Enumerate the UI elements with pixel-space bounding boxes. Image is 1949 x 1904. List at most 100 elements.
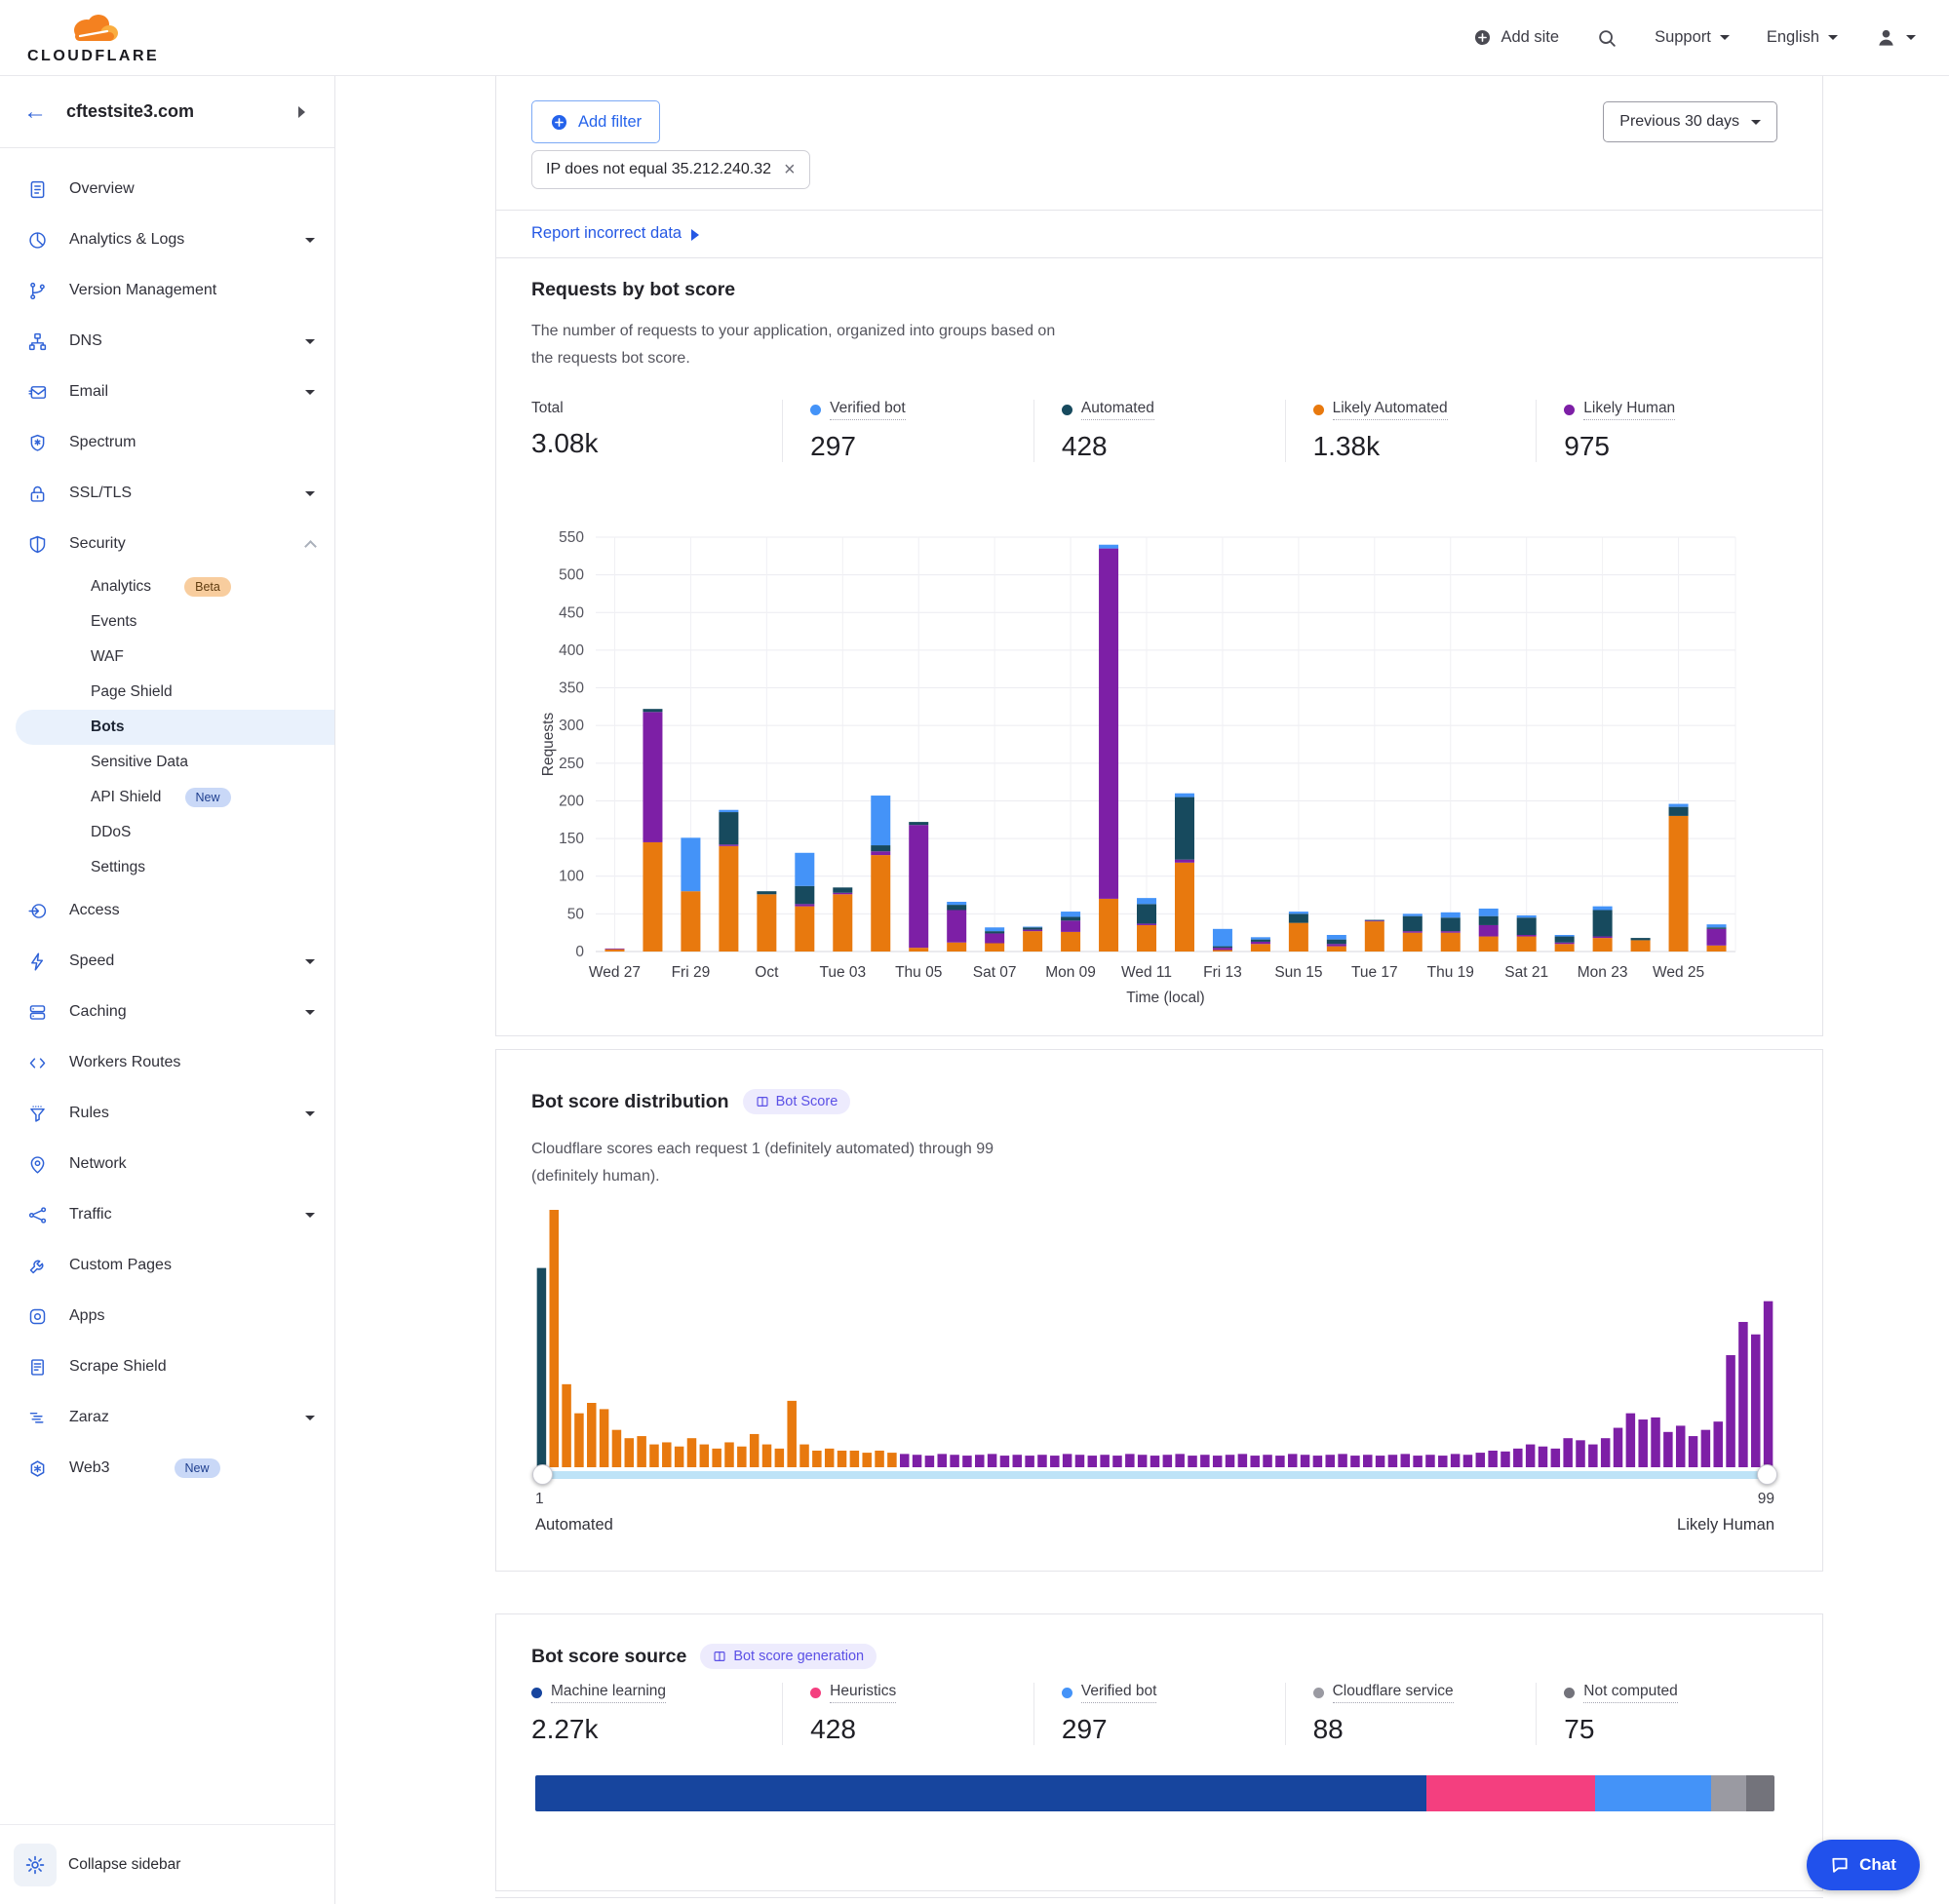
sidebar-item-caching[interactable]: Caching bbox=[0, 987, 334, 1037]
stat-value: 297 bbox=[810, 431, 1033, 462]
bot-score-generation-badge[interactable]: Bot score generation bbox=[700, 1644, 877, 1669]
sidebar-item-label: Caching bbox=[69, 1003, 305, 1021]
sidebar-item-network[interactable]: Network bbox=[0, 1139, 334, 1189]
sidebar-item-overview[interactable]: Overview bbox=[0, 164, 334, 214]
stat-label[interactable]: Likely Human bbox=[1583, 400, 1675, 420]
sidebar-item-bots[interactable]: Bots bbox=[16, 710, 334, 745]
slider-min-value: 1 bbox=[535, 1491, 544, 1508]
stat-value: 75 bbox=[1564, 1714, 1787, 1745]
stat-total: Total3.08k bbox=[531, 400, 782, 462]
sidebar-item-email[interactable]: Email bbox=[0, 367, 334, 417]
sidebar-item-label: WAF bbox=[91, 648, 315, 666]
svg-text:550: 550 bbox=[559, 529, 584, 546]
sidebar-item-workers-routes[interactable]: Workers Routes bbox=[0, 1037, 334, 1088]
sidebar-item-web3[interactable]: Web3New bbox=[0, 1443, 334, 1494]
date-range-button[interactable]: Previous 30 days bbox=[1603, 101, 1777, 142]
sidebar-item-spectrum[interactable]: Spectrum bbox=[0, 417, 334, 468]
stat-automated: Automated428 bbox=[1033, 400, 1285, 462]
sidebar-item-scrape-shield[interactable]: Scrape Shield bbox=[0, 1341, 334, 1392]
slider-handle-max[interactable] bbox=[1757, 1464, 1777, 1485]
svg-text:Fri 13: Fri 13 bbox=[1203, 964, 1242, 981]
stat-label[interactable]: Not computed bbox=[1583, 1683, 1678, 1703]
back-arrow-icon[interactable]: ← bbox=[23, 100, 47, 124]
stat-label[interactable]: Automated bbox=[1081, 400, 1154, 420]
svg-text:Tue 17: Tue 17 bbox=[1351, 964, 1398, 981]
cloudflare-logo[interactable]: CLOUDFLARE bbox=[27, 11, 159, 64]
bot-score-badge[interactable]: Bot Score bbox=[743, 1089, 851, 1114]
apps-icon bbox=[27, 1306, 48, 1327]
source-section-title: Bot score source bbox=[531, 1646, 686, 1668]
filter-chip[interactable]: IP does not equal 35.212.240.32 × bbox=[531, 150, 810, 189]
sidebar-item-label: Rules bbox=[69, 1105, 305, 1122]
stat-label[interactable]: Verified bot bbox=[830, 400, 906, 420]
main-content: Add filter IP does not equal 35.212.240.… bbox=[336, 76, 1949, 1904]
chat-bubble-icon bbox=[1830, 1855, 1850, 1875]
sidebar-item-access[interactable]: Access bbox=[0, 885, 334, 936]
sidebar-item-sensitive-data[interactable]: Sensitive Data bbox=[0, 745, 334, 780]
stat-value: 1.38k bbox=[1313, 431, 1537, 462]
sidebar-item-label: Bots bbox=[91, 719, 315, 736]
legend-dot bbox=[1313, 1688, 1324, 1698]
distribution-section-title: Bot score distribution bbox=[531, 1091, 729, 1113]
slider-handle-min[interactable] bbox=[532, 1464, 553, 1485]
sidebar-item-ddos[interactable]: DDoS bbox=[0, 815, 334, 850]
search-icon[interactable] bbox=[1596, 27, 1618, 49]
web3-icon bbox=[27, 1458, 48, 1479]
sidebar-item-traffic[interactable]: Traffic bbox=[0, 1189, 334, 1240]
divider bbox=[496, 257, 1822, 258]
gear-icon bbox=[24, 1854, 46, 1876]
source-segment-machine-learning bbox=[535, 1775, 1426, 1811]
stat-label[interactable]: Likely Automated bbox=[1333, 400, 1448, 420]
dns-icon bbox=[27, 331, 48, 352]
chat-button[interactable]: Chat bbox=[1807, 1840, 1920, 1890]
sidebar-item-label: Settings bbox=[91, 859, 315, 876]
account-menu[interactable] bbox=[1875, 26, 1916, 49]
sidebar-item-zaraz[interactable]: Zaraz bbox=[0, 1392, 334, 1443]
stat-verified-bot: Verified bot 297 bbox=[782, 400, 1033, 462]
remove-filter-icon[interactable]: × bbox=[784, 160, 796, 179]
sidebar-nav: OverviewAnalytics & LogsVersion Manageme… bbox=[0, 148, 334, 1494]
sidebar-item-settings[interactable]: Settings bbox=[0, 850, 334, 885]
sidebar-item-dns[interactable]: DNS bbox=[0, 316, 334, 367]
chevron-down-icon bbox=[1751, 120, 1761, 130]
collapse-sidebar-label[interactable]: Collapse sidebar bbox=[68, 1856, 180, 1874]
sidebar-item-events[interactable]: Events bbox=[0, 604, 334, 640]
support-menu[interactable]: Support bbox=[1655, 28, 1730, 47]
add-filter-button[interactable]: Add filter bbox=[531, 100, 660, 143]
stat-label[interactable]: Cloudflare service bbox=[1333, 1683, 1454, 1703]
sidebar-item-page-shield[interactable]: Page Shield bbox=[0, 675, 334, 710]
sidebar-item-custom-pages[interactable]: Custom Pages bbox=[0, 1240, 334, 1291]
report-incorrect-data-link[interactable]: Report incorrect data bbox=[531, 224, 705, 243]
slider-min-label: Automated bbox=[535, 1516, 613, 1535]
svg-text:Wed 25: Wed 25 bbox=[1653, 964, 1704, 981]
stat-likely-automated: Likely Automated 1.38k bbox=[1285, 400, 1537, 462]
sidebar-item-waf[interactable]: WAF bbox=[0, 640, 334, 675]
sidebar-item-security[interactable]: Security bbox=[0, 519, 334, 569]
language-menu[interactable]: English bbox=[1767, 28, 1838, 47]
sidebar-item-rules[interactable]: Rules bbox=[0, 1088, 334, 1139]
source-segment-heuristics bbox=[1426, 1775, 1595, 1811]
sidebar-item-version-management[interactable]: Version Management bbox=[0, 265, 334, 316]
svg-text:Wed 11: Wed 11 bbox=[1121, 964, 1172, 981]
svg-text:Mon 23: Mon 23 bbox=[1578, 964, 1628, 981]
sidebar-item-label: Analytics bbox=[91, 578, 175, 596]
chevron-right-icon[interactable] bbox=[298, 106, 311, 118]
sidebar-item-label: DDoS bbox=[91, 824, 315, 841]
stat-label[interactable]: Verified bot bbox=[1081, 1683, 1157, 1703]
sidebar-item-analytics[interactable]: AnalyticsBeta bbox=[0, 569, 334, 604]
caching-icon bbox=[27, 1002, 48, 1023]
stat-label[interactable]: Machine learning bbox=[551, 1683, 666, 1703]
sidebar-item-analytics-logs[interactable]: Analytics & Logs bbox=[0, 214, 334, 265]
site-name: cftestsite3.com bbox=[66, 101, 298, 122]
svg-text:Oct: Oct bbox=[755, 964, 779, 981]
sidebar-item-apps[interactable]: Apps bbox=[0, 1291, 334, 1341]
stat-label[interactable]: Heuristics bbox=[830, 1683, 896, 1703]
settings-gear-button[interactable] bbox=[14, 1844, 57, 1886]
sidebar-item-speed[interactable]: Speed bbox=[0, 936, 334, 987]
svg-text:400: 400 bbox=[559, 642, 584, 659]
add-site-button[interactable]: Add site bbox=[1473, 28, 1559, 47]
score-range-slider[interactable] bbox=[535, 1471, 1774, 1479]
sidebar-item-ssl-tls[interactable]: SSL/TLS bbox=[0, 468, 334, 519]
sidebar-item-api-shield[interactable]: API ShieldNew bbox=[0, 780, 334, 815]
source-card: Bot score source Bot score generation Ma… bbox=[495, 1613, 1823, 1891]
